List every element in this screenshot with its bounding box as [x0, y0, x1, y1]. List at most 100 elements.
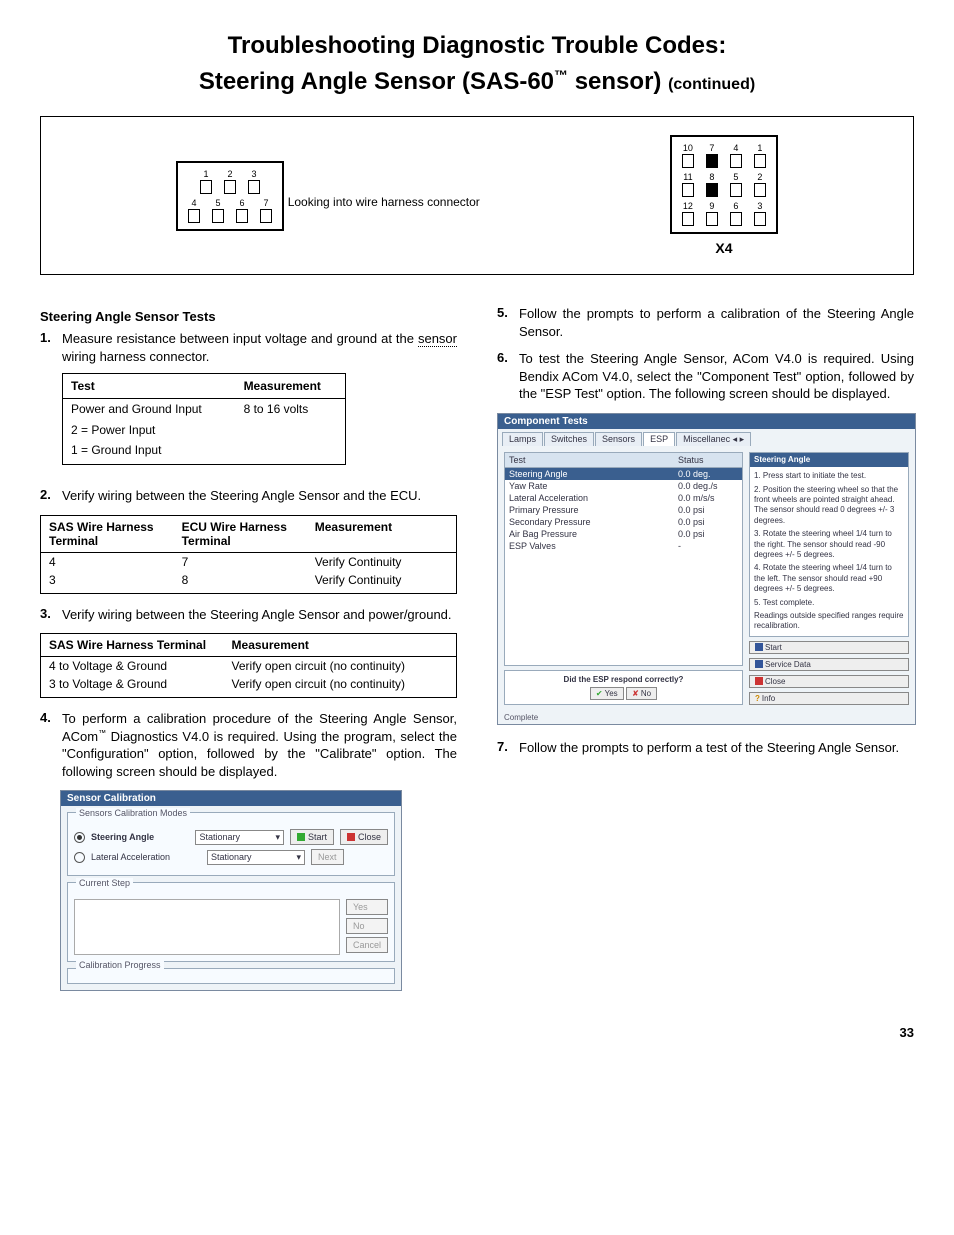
connector-left: 1 2 3 4 5 6 7 Looking into wire harness … [176, 161, 480, 231]
tm-symbol: ™ [554, 67, 568, 83]
select-steering-mode[interactable]: Stationary▾ [195, 830, 284, 845]
tab-sensors[interactable]: Sensors [595, 432, 642, 446]
diagram-caption: Looking into wire harness connector [288, 195, 480, 209]
step-6: 6. To test the Steering Angle Sensor, AC… [497, 350, 914, 403]
step-1: 1. Measure resistance between input volt… [40, 330, 457, 477]
no-button[interactable]: No [346, 918, 388, 934]
close-button[interactable]: Close [340, 829, 388, 845]
table-header: Measurement [307, 515, 457, 552]
pin-label: 3 [252, 169, 257, 179]
yes-button[interactable]: ✔Yes [590, 687, 624, 700]
yes-button[interactable]: Yes [346, 899, 388, 915]
pin-label: 1 [757, 143, 762, 153]
select-lateral-mode[interactable]: Stationary▾ [207, 850, 305, 865]
play-icon [297, 833, 305, 841]
right-column: 5. Follow the prompts to perform a calib… [497, 305, 914, 1005]
step-4: 4. To perform a calibration procedure of… [40, 710, 457, 780]
start-button[interactable]: Start [749, 641, 909, 654]
page-number: 33 [40, 1025, 914, 1040]
radio-label: Steering Angle [91, 832, 189, 842]
tab-lamps[interactable]: Lamps [502, 432, 543, 446]
underlined-text: sensor [418, 331, 457, 347]
table-row[interactable]: Lateral Acceleration0.0 m/s/s [505, 492, 742, 504]
table-row: 3 to Voltage & GroundVerify open circuit… [41, 675, 457, 698]
table-header: Measurement [236, 374, 346, 399]
question-text: Did the ESP respond correctly? [509, 675, 738, 684]
next-button[interactable]: Next [311, 849, 344, 865]
table-row: 47Verify Continuity [41, 552, 457, 571]
table-header: Status [674, 453, 742, 467]
pin-label: 9 [709, 201, 714, 211]
pin-label: 10 [683, 143, 693, 153]
instruction-line: 1. Press start to initiate the test. [754, 471, 904, 481]
title-text-a: Steering Angle Sensor (SAS-60 [199, 68, 554, 95]
step-7: 7. Follow the prompts to perform a test … [497, 739, 914, 757]
window-title: Sensor Calibration [61, 791, 401, 806]
table-row: 4 to Voltage & GroundVerify open circuit… [41, 657, 457, 676]
radio-label: Lateral Acceleration [91, 852, 201, 862]
table-cell: Power and Ground Input [63, 399, 236, 420]
table-row[interactable]: ESP Valves- [505, 540, 742, 552]
pin-label: 2 [228, 169, 233, 179]
response-panel: Did the ESP respond correctly? ✔Yes ✘No [504, 670, 743, 705]
close-icon [347, 833, 355, 841]
radio-lateral-accel[interactable] [74, 852, 85, 863]
group-legend: Current Step [76, 878, 133, 888]
table-cell: 1 = Ground Input [63, 440, 236, 465]
instruction-line: 2. Position the steering wheel so that t… [754, 485, 904, 527]
pin-label: 1 [204, 169, 209, 179]
close-button[interactable]: Close [749, 675, 909, 688]
table-row[interactable]: Primary Pressure0.0 psi [505, 504, 742, 516]
instruction-line: 4. Rotate the steering wheel 1/4 turn to… [754, 563, 904, 594]
step-text: Follow the prompts to perform a calibrat… [519, 306, 914, 339]
table-row[interactable]: Steering Angle0.0 deg. [505, 468, 742, 480]
table-header: Test [63, 374, 236, 399]
table-header: SAS Wire Harness Terminal [41, 515, 174, 552]
tab-bar: Lamps Switches Sensors ESP Miscellanec ◂… [498, 429, 915, 446]
step-text: wiring harness connector. [62, 349, 209, 364]
no-button[interactable]: ✘No [626, 687, 657, 700]
pin-label: 11 [683, 172, 692, 182]
table-header: Test [505, 453, 674, 467]
panel-title: Steering Angle [750, 453, 908, 467]
tab-misc[interactable]: Miscellanec ◂ ▸ [676, 432, 751, 446]
pin-label: 6 [240, 198, 245, 208]
cancel-button[interactable]: Cancel [346, 937, 388, 953]
step-text: Measure resistance between input voltage… [62, 331, 418, 346]
instructions-panel: Steering Angle 1. Press start to initiat… [749, 452, 909, 637]
pin-label: 2 [757, 172, 762, 182]
connector-diagram: 1 2 3 4 5 6 7 Looking into wire harness … [40, 116, 914, 275]
table-sas-power: SAS Wire Harness Terminal Measurement 4 … [40, 633, 457, 698]
group-legend: Calibration Progress [76, 960, 164, 970]
screenshot-sensor-calibration: Sensor Calibration Sensors Calibration M… [60, 790, 402, 991]
table-row[interactable]: Air Bag Pressure0.0 psi [505, 528, 742, 540]
tab-switches[interactable]: Switches [544, 432, 594, 446]
pin-label: 8 [709, 172, 714, 182]
instruction-line: Readings outside specified ranges requir… [754, 611, 904, 632]
table-row[interactable]: Yaw Rate0.0 deg./s [505, 480, 742, 492]
table-row[interactable]: Secondary Pressure0.0 psi [505, 516, 742, 528]
service-data-button[interactable]: Service Data [749, 658, 909, 671]
instruction-line: 5. Test complete. [754, 598, 904, 608]
step-3: 3. Verify wiring between the Steering An… [40, 606, 457, 624]
section-heading: Steering Angle Sensor Tests [40, 309, 457, 324]
tm-symbol: ™ [98, 728, 106, 737]
status-bar: Complete [498, 711, 915, 724]
group-legend: Sensors Calibration Modes [76, 808, 190, 818]
left-column: Steering Angle Sensor Tests 1. Measure r… [40, 305, 457, 1005]
current-step-textarea[interactable] [74, 899, 340, 955]
page-title-line2: Steering Angle Sensor (SAS-60™ sensor) (… [40, 67, 914, 96]
pin-label: 4 [733, 143, 738, 153]
close-icon [755, 677, 763, 685]
step-5: 5. Follow the prompts to perform a calib… [497, 305, 914, 340]
connector-label: X4 [670, 240, 778, 256]
radio-steering-angle[interactable] [74, 832, 85, 843]
step-text: Verify wiring between the Steering Angle… [62, 488, 421, 503]
info-button[interactable]: ?Info [749, 692, 909, 705]
screenshot-component-tests: Component Tests Lamps Switches Sensors E… [497, 413, 916, 725]
table-sas-ecu: SAS Wire Harness Terminal ECU Wire Harne… [40, 515, 457, 594]
tab-esp[interactable]: ESP [643, 432, 675, 446]
pin-label: 5 [216, 198, 221, 208]
start-button[interactable]: Start [290, 829, 334, 845]
table-cell: 2 = Power Input [63, 420, 236, 440]
